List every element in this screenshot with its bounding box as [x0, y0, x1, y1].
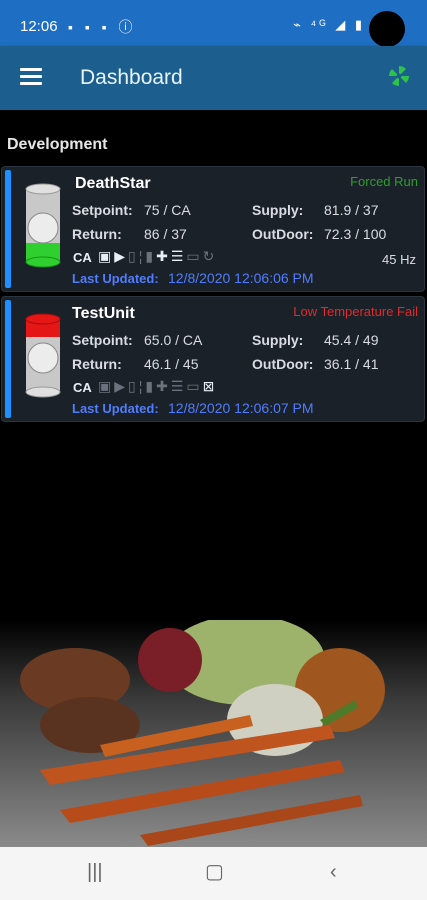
- setpoint-label: Setpoint:: [72, 332, 133, 348]
- alarm-icon: ⊠: [202, 378, 218, 394]
- unit-feature-icons: ▣▶▯¦▮✚☰▭⊠: [98, 378, 217, 395]
- outdoor-value: 36.1 / 41: [324, 356, 379, 372]
- unit-name: DeathStar: [75, 175, 151, 192]
- card-accent: [5, 170, 11, 288]
- play-icon: ▶: [114, 378, 129, 394]
- status-time: 12:06: [20, 18, 58, 35]
- battery-icon: ▮: [145, 378, 157, 394]
- door-icon: ▯: [128, 378, 139, 394]
- unit-status-indicator: [25, 313, 61, 398]
- truck-icon: ▣: [98, 378, 115, 394]
- supply-value: 45.4 / 49: [324, 332, 379, 348]
- last-updated-label: Last Updated:: [72, 271, 159, 286]
- return-value: 46.1 / 45: [144, 356, 199, 372]
- return-label: Return:: [72, 226, 122, 242]
- outdoor-label: OutDoor:: [252, 226, 314, 242]
- unit-card-testunit[interactable]: TestUnit Low Temperature Fail Setpoint: …: [1, 296, 425, 422]
- last-updated-label: Last Updated:: [72, 401, 159, 416]
- refresh-icon: ↻: [202, 248, 218, 264]
- outdoor-label: OutDoor:: [252, 356, 314, 372]
- return-value: 86 / 37: [144, 226, 187, 242]
- truck-icon: ▣: [98, 248, 115, 264]
- last-updated-value: 12/8/2020 12:06:06 PM: [168, 270, 314, 286]
- page-title: Dashboard: [80, 66, 183, 89]
- outdoor-value: 72.3 / 100: [324, 226, 387, 242]
- return-label: Return:: [72, 356, 122, 372]
- lock-icon: ▭: [186, 248, 203, 264]
- battery-icon: ▮: [145, 248, 157, 264]
- app-bar: Dashboard: [0, 46, 427, 110]
- setpoint-value: 65.0 / CA: [144, 332, 203, 348]
- status-bar: 12:06 ▪ ▪ ▪ ⓘ ⌁ ⁴ᴳ ◢ ▮: [0, 0, 427, 47]
- supply-value: 81.9 / 37: [324, 202, 379, 218]
- setpoint-value: 75 / CA: [144, 202, 191, 218]
- system-navigation-bar: ||| ▢ ‹: [0, 847, 427, 900]
- fan-icon[interactable]: [387, 64, 411, 88]
- last-updated-value: 12/8/2020 12:06:07 PM: [168, 400, 314, 416]
- recent-apps-icon[interactable]: |||: [87, 861, 103, 884]
- bars-icon: ☰: [170, 378, 187, 394]
- unit-name: TestUnit: [72, 305, 135, 322]
- mode-label: CA: [73, 250, 92, 265]
- card-accent: [5, 300, 11, 418]
- unit-status-indicator: [25, 183, 61, 268]
- plus-icon: ✚: [156, 378, 171, 394]
- supply-label: Supply:: [252, 202, 304, 218]
- unit-status: Forced Run: [350, 174, 418, 189]
- supply-label: Supply:: [252, 332, 304, 348]
- system-status-icons: ⌁ ⁴ᴳ ◢ ▮: [293, 17, 365, 32]
- notification-icons: ▪ ▪ ▪ ⓘ: [68, 19, 137, 35]
- back-icon[interactable]: ‹: [330, 861, 337, 884]
- vegetables-background-image: [0, 620, 427, 847]
- setpoint-label: Setpoint:: [72, 202, 133, 218]
- section-title: Development: [7, 136, 108, 153]
- door-icon: ▯: [128, 248, 139, 264]
- mode-label: CA: [73, 380, 92, 395]
- bars-icon: ☰: [170, 248, 187, 264]
- menu-icon[interactable]: [20, 68, 42, 86]
- play-icon: ▶: [114, 248, 129, 264]
- lock-icon: ▭: [186, 378, 203, 394]
- unit-status: Low Temperature Fail: [293, 304, 418, 319]
- home-icon[interactable]: ▢: [205, 859, 224, 884]
- unit-feature-icons: ▣▶▯¦▮✚☰▭↻: [98, 248, 217, 265]
- unit-card-deathstar[interactable]: DeathStar Forced Run Setpoint: 75 / CA S…: [1, 166, 425, 292]
- camera-cutout: [369, 11, 405, 47]
- plus-icon: ✚: [156, 248, 171, 264]
- frequency-value: 45 Hz: [382, 252, 416, 267]
